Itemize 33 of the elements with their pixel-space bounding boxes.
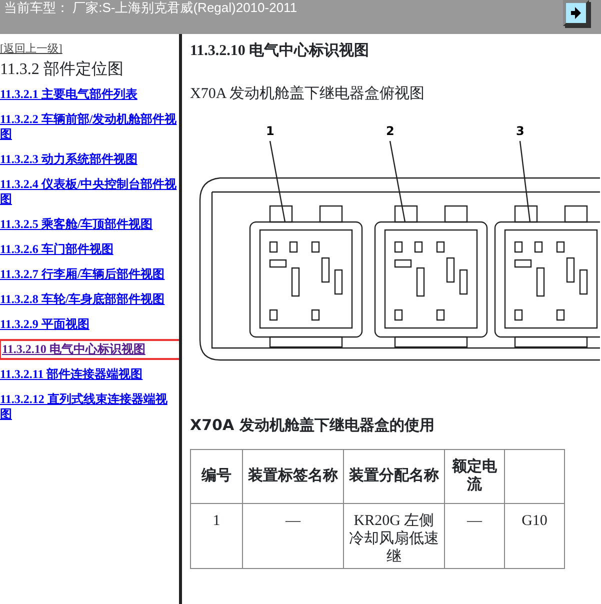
sidebar-link[interactable]: 11.3.2.1 主要电气部件列表 xyxy=(0,87,179,102)
page-title: 11.3.2.10 电气中心标识视图 xyxy=(190,41,370,61)
diagram-title: X70A 发动机舱盖下继电器盒俯视图 xyxy=(190,84,426,104)
table-cell: — xyxy=(242,503,344,568)
column-header: 装置标签名称 xyxy=(242,449,344,503)
sidebar-link[interactable]: 11.3.2.7 行李厢/车辆后部件视图 xyxy=(0,267,179,282)
vehicle-model-text: 当前车型： 厂家:S-上海别克君威(Regal)2010-2011 xyxy=(3,1,298,14)
table-cell: 1 xyxy=(190,503,242,568)
column-header: 装置分配名称 xyxy=(344,449,444,503)
back-link[interactable]: [返回上一级] xyxy=(0,41,62,58)
callout-number: 2 xyxy=(386,125,394,138)
next-button[interactable] xyxy=(563,0,589,26)
column-header: 额定电流 xyxy=(444,449,504,503)
sidebar-link[interactable]: 11.3.2.6 车门部件视图 xyxy=(0,242,179,258)
section-title: 11.3.2 部件定位图 xyxy=(0,60,124,80)
table-cell: — xyxy=(444,503,504,568)
callout-number: 3 xyxy=(516,125,524,138)
sidebar-link[interactable]: 11.3.2.5 乘客舱/车顶部件视图 xyxy=(0,217,179,232)
sidebar-link[interactable]: 11.3.2.8 车轮/车身底部部件视图 xyxy=(0,292,179,308)
table-cell: KR20G 左侧冷却风扇低速继 xyxy=(344,503,444,568)
sidebar-link[interactable]: 11.3.2.2 车辆前部/发动机舱部件视图 xyxy=(0,112,179,142)
sidebar-link[interactable]: 11.3.2.11 部件连接器端视图 xyxy=(0,367,179,382)
sidebar-link[interactable]: 11.3.2.10 电气中心标识视图 xyxy=(2,342,179,358)
table-title: X70A 发动机舱盖下继电器盒的使用 xyxy=(190,415,436,436)
sidebar-link[interactable]: 11.3.2.9 平面视图 xyxy=(0,317,179,332)
sidebar-link[interactable]: 11.3.2.4 仪表板/中央控制台部件视图 xyxy=(0,177,179,208)
column-header: 编号 xyxy=(190,449,242,503)
table-cell: G10 xyxy=(504,503,564,568)
sidebar-link[interactable]: 11.3.2.3 动力系统部件视图 xyxy=(0,152,179,168)
sidebar-link[interactable]: 11.3.2.12 直列式线束连接器端视图 xyxy=(0,392,179,422)
arrow-icon xyxy=(571,7,581,19)
callout-number: 1 xyxy=(266,125,274,138)
column-header xyxy=(504,449,564,503)
